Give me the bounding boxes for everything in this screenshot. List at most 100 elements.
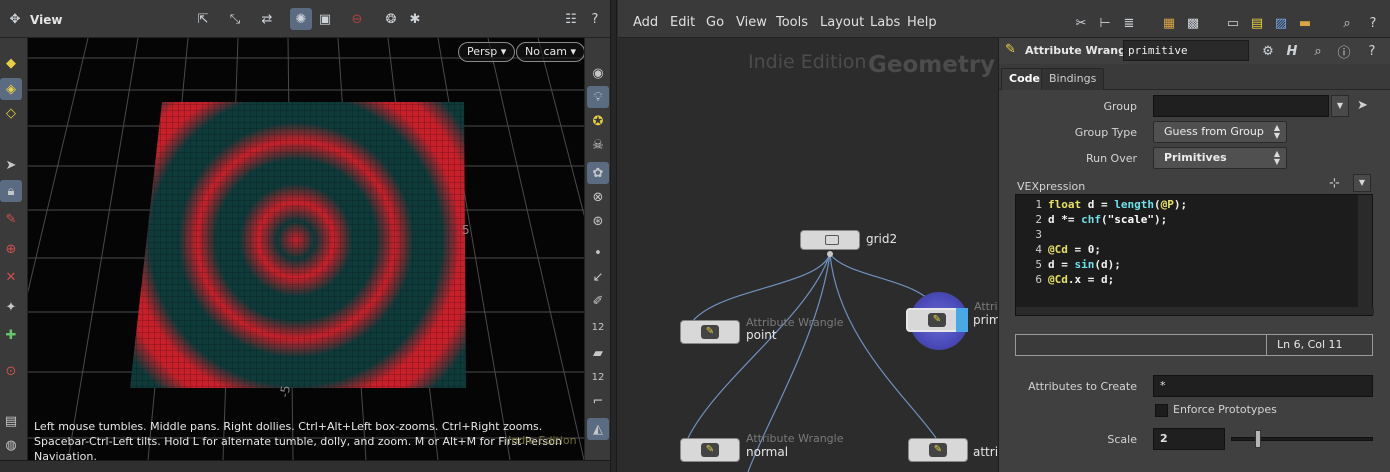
template-icon[interactable]: ⊗ xyxy=(587,186,609,208)
normal-icon[interactable]: ↙ xyxy=(587,266,609,288)
rotate-tool-icon[interactable]: ⤡ xyxy=(224,8,246,30)
shading-icon[interactable]: ◉ xyxy=(587,62,609,84)
gear-icon[interactable]: ⚙ xyxy=(1257,40,1279,62)
group-type-dropdown[interactable]: Guess from Group ▲ ▼ xyxy=(1153,121,1287,143)
persp-menu-button[interactable]: Persp ▾ xyxy=(458,42,516,62)
scale-slider-track[interactable] xyxy=(1231,437,1373,441)
viewport-help-text: Left mouse tumbles. Middle pans. Right d… xyxy=(34,420,562,463)
list-icon[interactable]: ≣ xyxy=(1118,12,1140,34)
ghost-icon[interactable]: ☠ xyxy=(587,134,609,156)
wire-to-attribwrangles xyxy=(829,253,937,439)
normal-node-type: Attribute Wrangle xyxy=(746,432,844,445)
enforce-prototypes-label: Enforce Prototypes xyxy=(1173,403,1277,416)
palette-icon[interactable]: ▬ xyxy=(1294,12,1316,34)
param-help-icon[interactable]: ? xyxy=(1361,40,1383,62)
display-flag-icon[interactable] xyxy=(956,308,968,332)
code-scrollbar[interactable] xyxy=(1358,195,1372,315)
camera-view-icon[interactable]: ◭ xyxy=(587,418,609,440)
magnet-icon[interactable]: ⊕ xyxy=(0,238,22,260)
info-icon[interactable]: ⓘ xyxy=(1333,40,1355,62)
menu-tools[interactable]: Tools xyxy=(776,15,808,30)
vex-code-editor[interactable]: 1 float d = length(@P); 2 d *= chf("scale")… xyxy=(1015,194,1374,316)
light-icon[interactable]: ✪ xyxy=(587,110,609,132)
select-arrow-icon[interactable]: ➤ xyxy=(1357,98,1368,113)
lock-icon[interactable]: 🔒︎ xyxy=(0,180,22,202)
menu-view[interactable]: View xyxy=(736,15,767,30)
run-over-dropdown[interactable]: Primitives ▲ ▼ xyxy=(1153,147,1287,169)
attributes-to-create-field[interactable]: * xyxy=(1153,375,1373,397)
menu-go[interactable]: Go xyxy=(706,15,724,30)
scale-slider-handle[interactable] xyxy=(1255,430,1262,448)
pane-splitter[interactable] xyxy=(610,0,617,472)
node-name-field[interactable]: primitive xyxy=(1123,40,1249,61)
normal-node[interactable]: ✎ xyxy=(680,438,740,462)
tools-icon[interactable]: ✂ xyxy=(1070,12,1092,34)
menu-add[interactable]: Add xyxy=(633,15,658,30)
pencil-icon[interactable]: ✐ xyxy=(587,290,609,312)
select-points-icon[interactable]: ◇ xyxy=(0,102,22,124)
houdini-help-icon[interactable]: H xyxy=(1281,40,1303,62)
code-line: d = sin(d); xyxy=(1048,258,1121,271)
point-icon[interactable]: • xyxy=(587,242,609,264)
image-icon[interactable]: ▨ xyxy=(1270,12,1292,34)
help-icon[interactable]: ? xyxy=(584,8,606,30)
viewport-3d[interactable]: 5 -5 xyxy=(28,38,584,460)
network-box-icon[interactable]: ▭ xyxy=(1222,12,1244,34)
number-12-icon[interactable]: 12 xyxy=(587,316,609,338)
menu-edit[interactable]: Edit xyxy=(670,15,695,30)
enforce-prototypes-checkbox[interactable] xyxy=(1155,404,1168,417)
number-12b-icon[interactable]: 12 xyxy=(587,366,609,388)
tab-bindings[interactable]: Bindings xyxy=(1041,68,1105,90)
render-icon[interactable]: ✱ xyxy=(404,8,426,30)
headlight-icon[interactable]: 💡︎ xyxy=(587,86,609,108)
record-icon[interactable]: ⊙ xyxy=(0,360,22,382)
display-icon[interactable]: ▣ xyxy=(314,8,336,30)
visibility-icon[interactable]: ✿ xyxy=(587,162,609,184)
ruler-icon[interactable]: ▤ xyxy=(0,410,22,432)
attributes-to-create-label: Attributes to Create xyxy=(1028,380,1137,393)
line-number: 4 xyxy=(1035,243,1042,256)
grid2-node[interactable] xyxy=(800,230,860,250)
brush-icon[interactable]: ✎ xyxy=(0,208,22,230)
handle-tool-icon[interactable]: ◆ xyxy=(0,52,22,74)
search-icon[interactable]: ⌕ xyxy=(1336,12,1358,34)
no-entry-icon[interactable]: ⊖ xyxy=(346,8,368,30)
transform-tool-icon[interactable]: ⇄ xyxy=(256,8,278,30)
network-help-icon[interactable]: ? xyxy=(1362,12,1384,34)
snap-icon[interactable]: ⊛ xyxy=(587,210,609,232)
snapshot-icon[interactable]: ❂ xyxy=(380,8,402,30)
camera-menu-button[interactable]: No cam ▾ xyxy=(516,42,585,62)
paint-icon[interactable]: ▰ xyxy=(587,342,609,364)
corner-icon[interactable]: ⌐ xyxy=(587,390,609,412)
pointer-icon[interactable]: ➤ xyxy=(0,154,22,176)
group-dropdown-arrow[interactable]: ▼ xyxy=(1331,95,1349,117)
network-canvas[interactable]: Indie Edition Geometry grid2 ✎ Attribute… xyxy=(618,38,998,472)
display-options-icon[interactable]: ☷ xyxy=(560,8,582,30)
group-field[interactable] xyxy=(1153,95,1329,117)
pin-icon[interactable]: ✦ xyxy=(0,296,22,318)
code-line: d *= chf("scale"); xyxy=(1048,213,1168,226)
menu-help[interactable]: Help xyxy=(907,15,937,30)
menu-labs[interactable]: Labs xyxy=(870,15,900,30)
select-geometry-icon[interactable]: ◈ xyxy=(0,78,22,100)
disk-icon[interactable]: ◍ xyxy=(0,434,22,456)
scale-icon[interactable]: ✕ xyxy=(0,266,22,288)
menu-layout[interactable]: Layout xyxy=(820,15,864,30)
sticky-note-icon[interactable]: ▤ xyxy=(1246,12,1268,34)
attribwrangles-node[interactable]: ✎ xyxy=(908,438,968,462)
code-hscrollbar[interactable] xyxy=(1016,307,1374,315)
point-node[interactable]: ✎ xyxy=(680,320,740,344)
scale-field[interactable]: 2 xyxy=(1153,428,1225,450)
grid-view-icon[interactable]: ▦ xyxy=(1158,12,1180,34)
view-icon[interactable]: ✥ xyxy=(4,8,26,30)
camera-icon[interactable]: ✺ xyxy=(290,8,312,30)
prim-node[interactable]: ✎ xyxy=(906,308,968,332)
scale-label: Scale xyxy=(1107,433,1137,446)
tree-icon[interactable]: ⊢ xyxy=(1094,12,1116,34)
vex-menu-arrow[interactable]: ▼ xyxy=(1353,174,1371,192)
tiles-icon[interactable]: ▩ xyxy=(1182,12,1204,34)
move-tool-icon[interactable]: ⇱ xyxy=(192,8,214,30)
gizmo-icon[interactable]: ✚ xyxy=(0,324,22,346)
param-search-icon[interactable]: ⌕ xyxy=(1307,40,1329,62)
add-spare-icon[interactable]: ⊹ xyxy=(1329,176,1340,191)
